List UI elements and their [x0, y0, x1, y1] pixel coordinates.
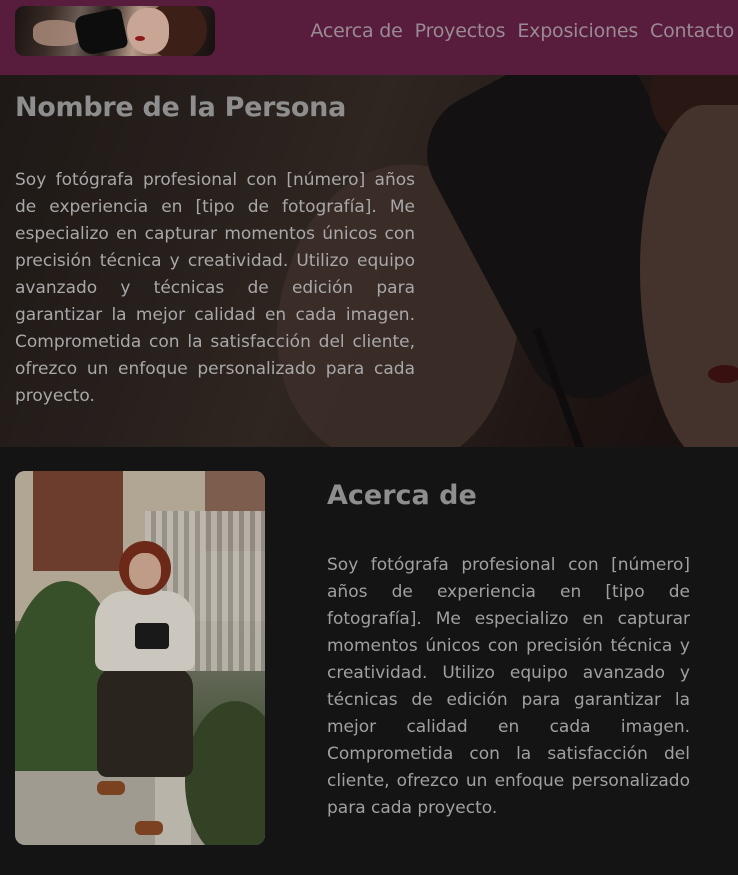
- about-section: Acerca de Soy fotógrafa profesional con …: [0, 447, 738, 875]
- hero-description: Soy fotógrafa profesional con [número] a…: [15, 170, 415, 406]
- nav-link-acerca[interactable]: Acerca de: [310, 20, 402, 42]
- about-title: Acerca de: [327, 480, 477, 511]
- nav-menu: Acerca de Proyectos Exposiciones Contact…: [310, 20, 734, 42]
- nav-link-contacto[interactable]: Contacto: [650, 20, 734, 42]
- about-description: Soy fotógrafa profesional con [número] a…: [327, 555, 690, 818]
- nav-link-exposiciones[interactable]: Exposiciones: [517, 20, 638, 42]
- nav-link-proyectos[interactable]: Proyectos: [415, 20, 506, 42]
- about-photo: [15, 471, 265, 845]
- hero-section: Nombre de la Persona Soy fotógrafa profe…: [0, 75, 738, 447]
- hero-title: Nombre de la Persona: [15, 92, 347, 123]
- top-navbar: Acerca de Proyectos Exposiciones Contact…: [0, 0, 738, 75]
- logo-image[interactable]: [15, 6, 215, 56]
